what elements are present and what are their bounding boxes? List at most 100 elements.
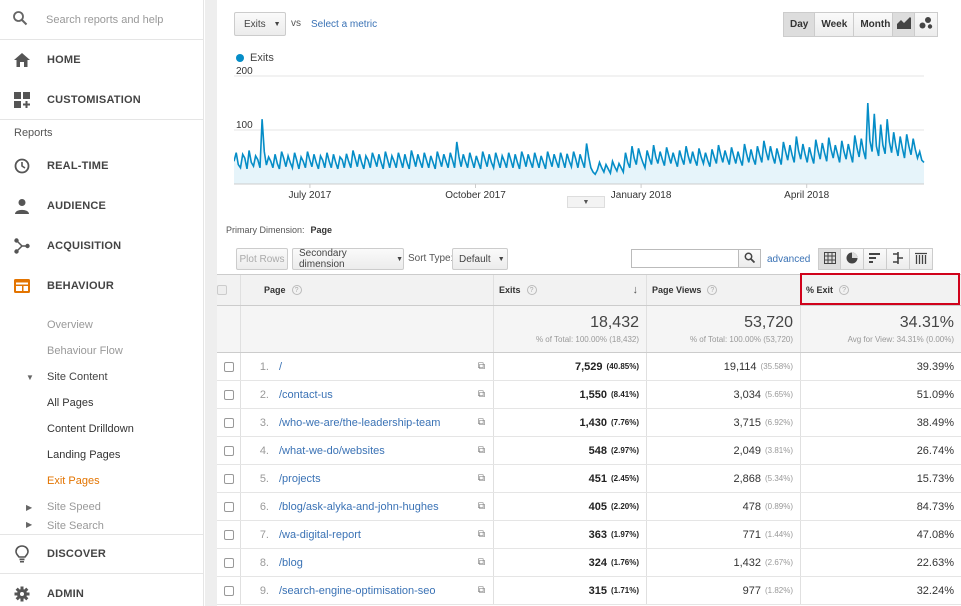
row-checkbox[interactable] xyxy=(223,529,234,540)
week-button[interactable]: Week xyxy=(815,12,855,37)
page-link[interactable]: / xyxy=(279,361,478,373)
page-views-percent: (35.58%) xyxy=(760,362,793,371)
line-chart-button[interactable] xyxy=(892,12,915,37)
header-page-views[interactable]: Page Views? xyxy=(647,275,801,305)
sidebar-item-content-drilldown[interactable]: Content Drilldown xyxy=(0,416,203,442)
help-icon[interactable]: ? xyxy=(291,285,302,295)
open-external-icon[interactable]: ⧉ xyxy=(478,361,485,372)
pct-exit-cell: 15.73% xyxy=(801,465,961,492)
sidebar-item-realtime[interactable]: REAL-TIME xyxy=(0,146,203,186)
chart-toolbar: Exits ▼ vs Select a metric Day Week Mont… xyxy=(234,12,940,38)
plot-rows-button[interactable]: Plot Rows xyxy=(236,248,288,270)
caret-down-icon: ▼ xyxy=(26,372,34,382)
row-checkbox[interactable] xyxy=(223,557,234,568)
advanced-filter-link[interactable]: advanced xyxy=(767,254,810,265)
row-checkbox[interactable] xyxy=(223,389,234,400)
row-checkbox[interactable] xyxy=(223,501,234,512)
sidebar-item-home[interactable]: HOME xyxy=(0,40,203,80)
open-external-icon[interactable]: ⧉ xyxy=(478,417,485,428)
performance-view-button[interactable] xyxy=(864,248,887,270)
select-all-checkbox[interactable] xyxy=(217,285,227,295)
open-external-icon[interactable]: ⧉ xyxy=(478,389,485,400)
sidebar-item-exit-pages[interactable]: Exit Pages xyxy=(0,468,203,494)
open-external-icon[interactable]: ⧉ xyxy=(478,529,485,540)
sidebar-item-overview[interactable]: Overview xyxy=(0,312,203,338)
exits-cell: 363 (1.97%) xyxy=(494,521,647,548)
page-link[interactable]: /blog/ask-alyka-and-john-hughes xyxy=(279,501,478,513)
primary-dimension-value[interactable]: Page xyxy=(311,225,333,235)
select-metric-link[interactable]: Select a metric xyxy=(311,19,377,30)
lightbulb-icon xyxy=(12,544,32,564)
sort-type-value: Default xyxy=(459,253,491,265)
row-checkbox[interactable] xyxy=(223,473,234,484)
page-link[interactable]: /blog xyxy=(279,557,478,569)
page-link[interactable]: /wa-digital-report xyxy=(279,529,478,541)
help-icon[interactable]: ? xyxy=(839,285,850,295)
page-views-percent: (1.82%) xyxy=(764,586,793,595)
page-views-value: 771 xyxy=(742,528,761,541)
sidebar-item-behaviour-flow[interactable]: Behaviour Flow xyxy=(0,338,203,364)
secondary-dimension-select[interactable]: Secondary dimension ▼ xyxy=(292,248,404,270)
exits-percent: (1.76%) xyxy=(610,558,639,567)
open-external-icon[interactable]: ⧉ xyxy=(478,557,485,568)
header-label: % Exit xyxy=(806,285,834,295)
sidebar-item-all-pages[interactable]: All Pages xyxy=(0,390,203,416)
sidebar-item-discover[interactable]: DISCOVER xyxy=(0,534,203,574)
page-link[interactable]: /contact-us xyxy=(279,389,478,401)
row-checkbox[interactable] xyxy=(223,445,234,456)
row-checkbox[interactable] xyxy=(223,585,234,596)
day-button[interactable]: Day xyxy=(783,12,816,37)
sidebar-item-customisation[interactable]: CUSTOMISATION xyxy=(0,80,203,120)
page-link[interactable]: /search-engine-optimisation-seo xyxy=(279,585,478,597)
exits-value: 324 xyxy=(588,556,607,569)
page-link[interactable]: /what-we-do/websites xyxy=(279,445,478,457)
totals-exits: 18,432 xyxy=(590,314,639,331)
page-views-percent: (5.65%) xyxy=(764,390,793,399)
sidebar-item-label: HOME xyxy=(47,54,81,66)
page-link[interactable]: /projects xyxy=(279,473,478,485)
open-external-icon[interactable]: ⧉ xyxy=(478,445,485,456)
sidebar-group-site-content[interactable]: ▼ Site Content xyxy=(0,364,203,390)
row-checkbox[interactable] xyxy=(223,417,234,428)
row-checkbox[interactable] xyxy=(223,361,234,372)
header-exits[interactable]: Exits? ↓ xyxy=(494,275,647,305)
month-button[interactable]: Month xyxy=(854,12,898,37)
percentage-view-button[interactable] xyxy=(841,248,864,270)
exits-value: 405 xyxy=(588,500,607,513)
motion-chart-button[interactable] xyxy=(915,12,938,37)
metric-select[interactable]: Exits ▼ xyxy=(234,12,286,36)
sidebar-item-landing-pages[interactable]: Landing Pages xyxy=(0,442,203,468)
behaviour-icon xyxy=(12,276,32,296)
help-icon[interactable]: ? xyxy=(526,285,537,295)
sidebar-search[interactable]: Search reports and help xyxy=(0,0,203,40)
page-link[interactable]: /who-we-are/the-leadership-team xyxy=(279,417,478,429)
sidebar-item-acquisition[interactable]: ACQUISITION xyxy=(0,226,203,266)
page-cell: 2. /contact-us ⧉ xyxy=(241,381,494,408)
sidebar-item-behaviour[interactable]: BEHAVIOUR xyxy=(0,266,203,306)
data-view-button[interactable] xyxy=(818,248,841,270)
table-search-button[interactable] xyxy=(738,249,761,268)
sidebar-item-audience[interactable]: AUDIENCE xyxy=(0,186,203,226)
sidebar-item-admin[interactable]: ADMIN xyxy=(0,574,203,606)
sidebar-group-site-search[interactable]: ▶ Site Search xyxy=(0,520,203,534)
comparison-view-button[interactable] xyxy=(887,248,910,270)
row-checkbox-cell xyxy=(217,493,241,520)
term-cloud-view-button[interactable] xyxy=(910,248,933,270)
search-placeholder[interactable]: Search reports and help xyxy=(46,14,163,26)
row-number: 7. xyxy=(259,528,269,541)
primary-dimension-label: Primary Dimension: xyxy=(226,225,305,235)
pct-exit-value: 84.73% xyxy=(916,500,954,513)
totals-page-cell xyxy=(241,306,494,352)
chart-collapse-toggle[interactable]: ▼ xyxy=(567,196,605,208)
header-pct-exit[interactable]: % Exit? xyxy=(801,275,961,305)
sort-type-select[interactable]: Default ▼ xyxy=(452,248,508,270)
table-search-input[interactable] xyxy=(631,249,739,268)
open-external-icon[interactable]: ⧉ xyxy=(478,585,485,596)
sidebar-group-site-speed[interactable]: ▶ Site Speed xyxy=(0,494,203,520)
open-external-icon[interactable]: ⧉ xyxy=(478,473,485,484)
help-icon[interactable]: ? xyxy=(707,285,718,295)
page-views-value: 478 xyxy=(742,500,761,513)
exits-cell: 1,550 (8.41%) xyxy=(494,381,647,408)
open-external-icon[interactable]: ⧉ xyxy=(478,501,485,512)
header-page[interactable]: Page? xyxy=(241,275,494,305)
